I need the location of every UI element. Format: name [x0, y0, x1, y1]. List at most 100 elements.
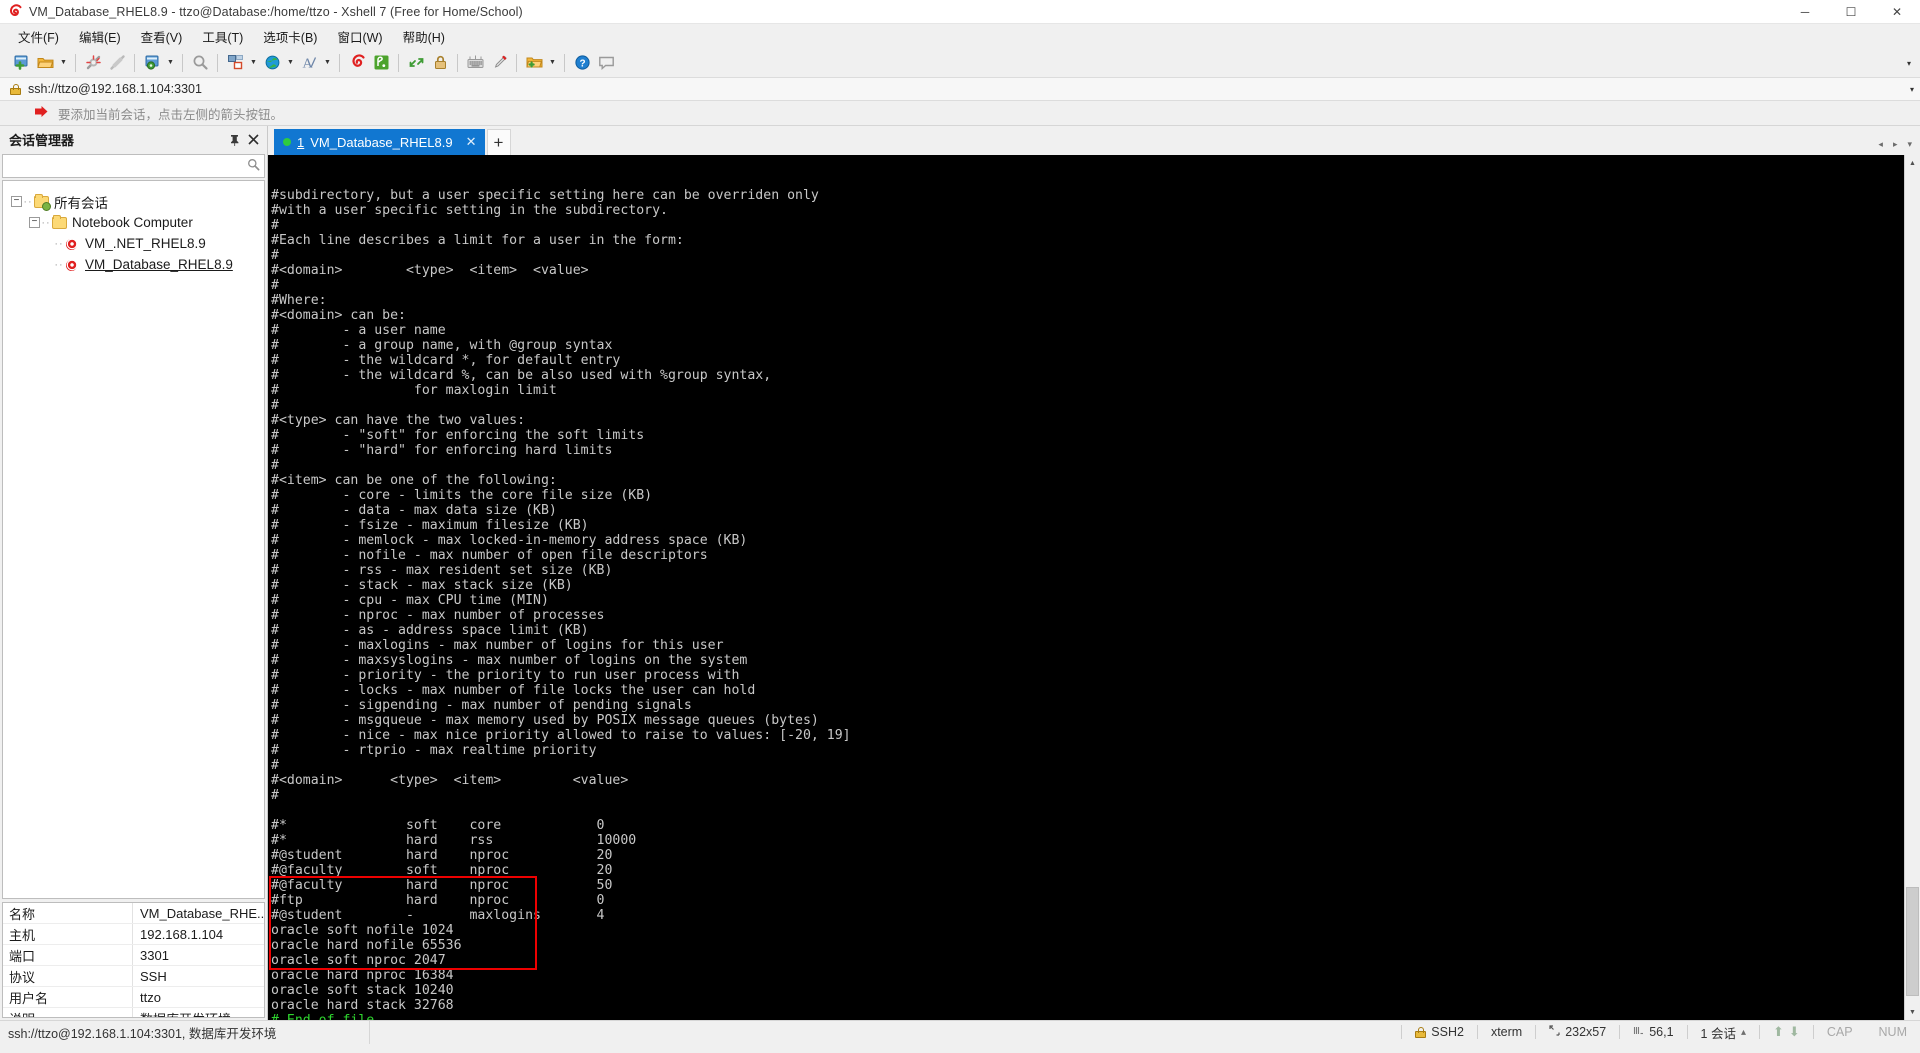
property-row: 用户名 ttzo — [3, 987, 264, 1008]
search-input[interactable] — [7, 159, 247, 173]
toolbar-separator — [75, 53, 76, 72]
address-dropdown-icon[interactable]: ▾ — [1910, 85, 1914, 94]
web-dropdown-icon[interactable]: ▼ — [284, 51, 297, 75]
terminal-line: # - memlock - max locked-in-memory addre… — [271, 533, 748, 548]
menu-view[interactable]: 查看(V) — [131, 24, 193, 49]
new-folder-dropdown-icon[interactable]: ▼ — [546, 51, 559, 75]
property-value: 192.168.1.104 — [140, 926, 224, 942]
tree-label: Notebook Computer — [72, 215, 193, 230]
menu-tools[interactable]: 工具(T) — [192, 24, 253, 49]
property-value: ttzo — [140, 989, 161, 1005]
terminal-line: # - a user name — [271, 323, 446, 338]
security-cell[interactable]: SSH2 — [1402, 1021, 1477, 1044]
caps-indicator: CAP — [1826, 1025, 1853, 1039]
tab-status-dot-icon — [283, 138, 291, 146]
terminal-line: # - "soft" for enforcing the soft limits — [271, 428, 645, 443]
session-properties-dropdown-icon[interactable]: ▼ — [164, 51, 177, 75]
disconnect-all-icon[interactable] — [81, 51, 105, 75]
session-manager-panel: 会话管理器 − ·· 所有会话 − ·· Notebook Computer ·… — [0, 126, 268, 1020]
new-session-icon[interactable] — [9, 51, 33, 75]
terminal-line: oracle soft stack 10240 — [271, 983, 454, 998]
lock-icon[interactable] — [428, 51, 452, 75]
tab-scroll-left-icon[interactable]: ◂ — [1874, 138, 1887, 151]
tab-close-icon[interactable]: ✕ — [463, 134, 480, 150]
terminal-line: # - rss - max resident set size (KB) — [271, 563, 613, 578]
xftp-icon[interactable] — [369, 51, 393, 75]
property-key: 名称 — [3, 903, 133, 923]
scroll-down-icon[interactable]: ▼ — [1905, 1004, 1920, 1020]
xshell-session-icon — [65, 257, 81, 273]
expander-icon[interactable]: − — [29, 217, 40, 228]
layout-icon[interactable] — [223, 51, 247, 75]
maximize-button[interactable]: ☐ — [1828, 0, 1874, 24]
terminal-line: oracle hard nofile 65536 — [271, 938, 462, 953]
window-title: VM_Database_RHEL8.9 - ttzo@Database:/hom… — [29, 4, 523, 19]
tab-strip: 1 VM_Database_RHEL8.9 ✕ + ◂ ▸ ▾ — [268, 126, 1920, 155]
session-tree[interactable]: − ·· 所有会话 − ·· Notebook Computer ·· VM_.… — [2, 180, 265, 899]
tree-node-vm-database-rhel89[interactable]: ·· VM_Database_RHEL8.9 — [3, 254, 264, 275]
close-icon[interactable] — [244, 130, 263, 149]
terminal-line: # - maxsyslogins - max number of logins … — [271, 653, 748, 668]
num-indicator: NUM — [1878, 1025, 1907, 1039]
scrollbar-track[interactable] — [1905, 171, 1920, 1004]
scrollbar-thumb[interactable] — [1906, 887, 1919, 996]
terminal-line: #@student - maxlogins 4 — [271, 908, 605, 923]
highlight-pen-icon[interactable] — [487, 51, 511, 75]
keyboard-icon[interactable] — [463, 51, 487, 75]
tree-node-vm-net-rhel89[interactable]: ·· VM_.NET_RHEL8.9 — [3, 233, 264, 254]
tab-list-icon[interactable]: ▾ — [1903, 138, 1916, 151]
new-folder-icon[interactable] — [522, 51, 546, 75]
property-key: 端口 — [3, 945, 133, 965]
terminal-line: # - rtprio - max realtime priority — [271, 743, 597, 758]
web-icon[interactable] — [260, 51, 284, 75]
layout-dropdown-icon[interactable]: ▼ — [247, 51, 260, 75]
session-properties-icon[interactable] — [140, 51, 164, 75]
tab-number: 1 — [297, 134, 305, 150]
terminal-line: #ftp hard nproc 0 — [271, 893, 605, 908]
feedback-icon[interactable] — [594, 51, 618, 75]
tab-vm-database-rhel89[interactable]: 1 VM_Database_RHEL8.9 ✕ — [274, 129, 485, 155]
close-button[interactable]: ✕ — [1874, 0, 1920, 24]
help-icon[interactable]: ? — [570, 51, 594, 75]
session-count-cell[interactable]: 1 会话 ▴ — [1688, 1021, 1759, 1044]
toolbar-overflow-button[interactable]: ▾ — [1902, 48, 1916, 78]
menu-file[interactable]: 文件(F) — [8, 24, 69, 49]
terminal-output[interactable]: #subdirectory, but a user specific setti… — [268, 155, 1904, 1020]
menu-window[interactable]: 窗口(W) — [327, 24, 392, 49]
terminal-type-cell[interactable]: xterm — [1478, 1021, 1535, 1044]
terminal-line: # - nofile - max number of open file des… — [271, 548, 708, 563]
toolbar-separator — [182, 53, 183, 72]
fullscreen-icon[interactable] — [404, 51, 428, 75]
expander-icon[interactable]: − — [11, 196, 22, 207]
address-bar[interactable]: ssh://ttzo@192.168.1.104:3301 ▾ — [0, 78, 1920, 101]
open-session-dropdown-icon[interactable]: ▼ — [57, 51, 70, 75]
tree-dots: ·· — [54, 237, 64, 250]
property-value: SSH — [140, 968, 167, 984]
pin-icon[interactable] — [225, 130, 244, 149]
font-dropdown-icon[interactable]: ▼ — [321, 51, 334, 75]
property-row: 说明 数据库开发环境 — [3, 1008, 264, 1017]
session-search-box[interactable] — [2, 154, 265, 178]
search-icon[interactable] — [247, 158, 260, 174]
title-bar: VM_Database_RHEL8.9 - ttzo@Database:/hom… — [0, 0, 1920, 24]
scroll-up-icon[interactable]: ▲ — [1905, 155, 1920, 171]
font-icon[interactable]: A — [297, 51, 321, 75]
tree-node-notebook-computer[interactable]: − ·· Notebook Computer — [3, 212, 264, 233]
session-caret-icon[interactable]: ▴ — [1741, 1027, 1746, 1038]
find-icon[interactable] — [188, 51, 212, 75]
menu-tabs[interactable]: 选项卡(B) — [253, 24, 327, 49]
hint-bar: 要添加当前会话，点击左侧的箭头按钮。 — [0, 101, 1920, 126]
tab-scroll-right-icon[interactable]: ▸ — [1889, 138, 1902, 151]
open-session-icon[interactable] — [33, 51, 57, 75]
toolbar-separator — [516, 53, 517, 72]
terminal-scrollbar[interactable]: ▲ ▼ — [1904, 155, 1920, 1020]
disconnect-icon[interactable] — [105, 51, 129, 75]
terminal-line: oracle hard stack 32768 — [271, 998, 454, 1013]
menu-help[interactable]: 帮助(H) — [393, 24, 455, 49]
session-properties-grid: 名称 VM_Database_RHE... 主机 192.168.1.104 端… — [2, 902, 265, 1018]
tree-node-all-sessions[interactable]: − ·· 所有会话 — [3, 191, 264, 212]
minimize-button[interactable]: ─ — [1782, 0, 1828, 24]
new-tab-button[interactable]: + — [486, 129, 511, 155]
xshell-icon[interactable] — [345, 51, 369, 75]
menu-edit[interactable]: 编辑(E) — [69, 24, 131, 49]
